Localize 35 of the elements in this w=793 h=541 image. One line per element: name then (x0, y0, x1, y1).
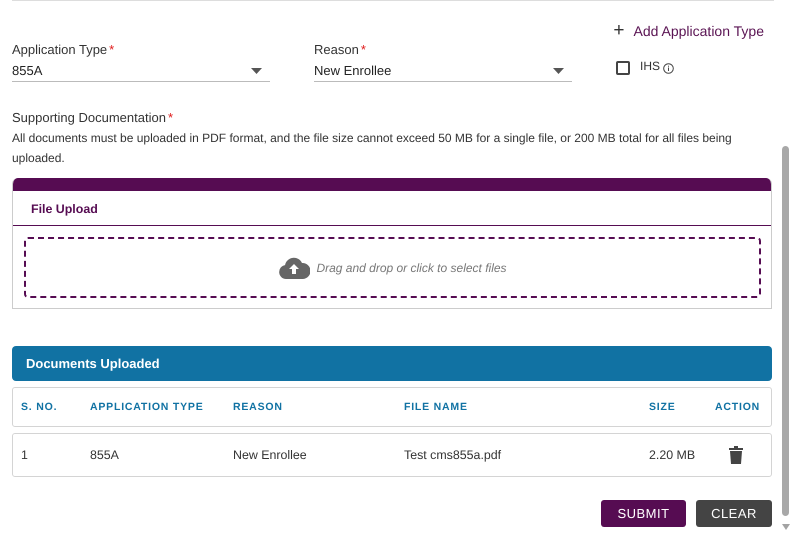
checkbox[interactable] (616, 61, 630, 75)
column-header: APPLICATION TYPE (90, 401, 205, 413)
table-cell-text: New Enrollee (233, 448, 308, 462)
column-header: FILE NAME (404, 401, 469, 413)
table-cell-text: 2.20 MB (649, 448, 696, 462)
plus-icon: + (613, 20, 624, 42)
field-label: Reason (314, 42, 359, 57)
column-header: SIZE (649, 401, 677, 413)
dropdown-field[interactable]: New Enrollee (314, 60, 572, 82)
required-mark: * (360, 42, 366, 57)
panel-title: File Upload (13, 191, 771, 226)
add-application-type-button[interactable]: + Add Application Type (613, 20, 772, 42)
required-mark: * (168, 110, 173, 125)
caret-icon (553, 68, 564, 74)
table-cell-text: 855A (90, 448, 120, 462)
scrollbar-thumb[interactable] (782, 146, 789, 516)
delete-icon[interactable] (729, 446, 743, 464)
clear-button[interactable]: CLEAR (696, 500, 772, 527)
section-label: Supporting Documentation (12, 110, 166, 125)
field-label: Application Type (12, 42, 108, 57)
dropdown-field[interactable]: 855A (12, 60, 270, 82)
info-icon[interactable] (663, 62, 674, 74)
cloud-upload-icon (278, 256, 310, 278)
upload-instructions: All documents must be uploaded in PDF format, and the file size cannot exceed 50 MB for a single file, or 200 MB total for all files being uploaded. (12, 130, 733, 167)
checkbox-label: IHS (640, 59, 660, 73)
table-cell-text: 1 (21, 448, 29, 462)
table-cell-text: Test cms855a.pdf (404, 448, 502, 462)
section-header: Documents Uploaded (12, 346, 772, 381)
column-header: ACTION (715, 401, 762, 413)
dropzone[interactable]: Drag and drop or click to select files (24, 237, 761, 298)
required-mark: * (109, 42, 114, 57)
submit-button[interactable]: SUBMIT (601, 500, 686, 527)
caret-icon (251, 68, 262, 74)
column-header: S. NO. (21, 401, 58, 413)
column-header: REASON (233, 401, 284, 413)
